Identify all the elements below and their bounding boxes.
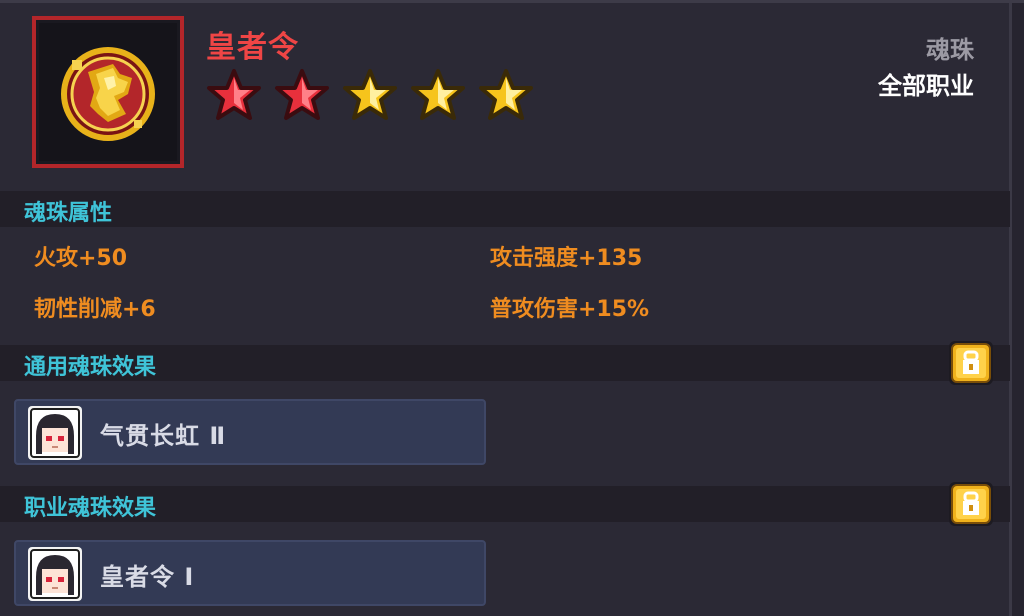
attribute-toughness-reduction: 韧性削减+6: [34, 297, 156, 322]
character-portrait-icon: [28, 547, 82, 601]
top-border: [0, 0, 1024, 3]
job-effect-card[interactable]: 皇者令 Ⅰ: [14, 540, 486, 606]
job-effect-title: 职业魂珠效果: [24, 496, 157, 521]
common-effect-header: 通用魂珠效果: [0, 345, 1010, 381]
star-rating: [206, 68, 534, 122]
attribute-basic-attack-damage: 普攻伤害+15%: [490, 297, 650, 322]
red-star-icon: [275, 69, 329, 120]
common-effect-label: 气贯长虹 Ⅱ: [100, 422, 227, 450]
attribute-fire-attack: 火攻+50: [34, 246, 128, 271]
item-category: 魂珠: [926, 36, 974, 64]
attribute-attack-power: 攻击强度+135: [490, 246, 643, 271]
lock-icon[interactable]: [948, 481, 994, 527]
item-icon-frame: [32, 16, 184, 168]
attributes-title: 魂珠属性: [24, 201, 113, 226]
job-effect-header: 职业魂珠效果: [0, 486, 1010, 522]
common-effect-card[interactable]: 气贯长虹 Ⅱ: [14, 399, 486, 465]
common-effect-title: 通用魂珠效果: [24, 355, 157, 380]
gold-star-icon: [411, 69, 465, 120]
attributes-header: 魂珠属性: [0, 191, 1010, 227]
red-star-icon: [207, 69, 261, 120]
gold-star-icon: [343, 69, 397, 120]
character-portrait-icon: [28, 406, 82, 460]
soul-orb-icon: [61, 47, 155, 141]
job-effect-label: 皇者令 Ⅰ: [100, 563, 195, 591]
lock-icon[interactable]: [948, 340, 994, 386]
item-name: 皇者令: [206, 30, 299, 65]
gold-star-icon: [479, 69, 533, 120]
item-job: 全部职业: [878, 72, 974, 100]
